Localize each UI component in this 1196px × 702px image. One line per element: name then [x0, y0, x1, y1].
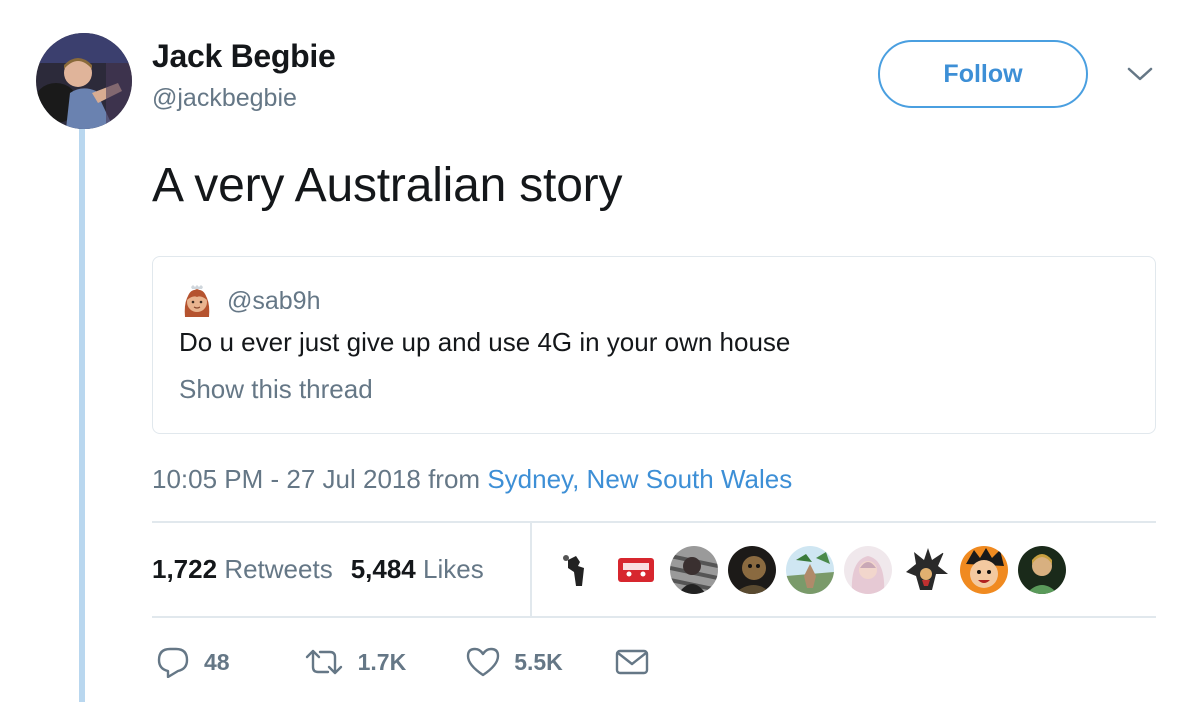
- quoted-text: Do u ever just give up and use 4G in you…: [179, 327, 791, 357]
- liker-avatar-7[interactable]: [902, 546, 950, 594]
- retweet-button[interactable]: 1.7K: [304, 647, 407, 677]
- liker-avatar-8[interactable]: [960, 546, 1008, 594]
- follow-button[interactable]: Follow: [878, 40, 1088, 108]
- tweet-metadata: 10:05 PM - 27 Jul 2018 from Sydney, New …: [152, 464, 792, 495]
- liker-avatar-6[interactable]: [844, 546, 892, 594]
- retweets-count: 1,722: [152, 554, 218, 584]
- stats-divider: [530, 522, 532, 616]
- like-count: 5.5K: [514, 648, 563, 675]
- likes-count: 5,484: [350, 554, 416, 584]
- action-bar: 48 1.7K 5.5K: [156, 644, 649, 680]
- liker-avatar-1[interactable]: [554, 546, 602, 594]
- mail-icon: [615, 648, 649, 676]
- quoted-tweet-card[interactable]: @sab9h Do u ever just give up and use 4G…: [152, 256, 1156, 434]
- location-link[interactable]: Sydney, New South Wales: [487, 464, 792, 494]
- heart-icon: [466, 647, 500, 677]
- tweet-text: A very Australian story: [152, 159, 623, 212]
- retweet-count: 1.7K: [357, 648, 407, 675]
- liker-avatar-9[interactable]: [1018, 546, 1066, 594]
- from-label: from: [428, 464, 481, 494]
- direct-message-button[interactable]: [615, 648, 649, 676]
- retweets-stat[interactable]: 1,722 Retweets: [152, 554, 333, 584]
- liker-avatars: [554, 546, 1066, 594]
- show-thread-link[interactable]: Show this thread: [179, 374, 373, 405]
- woman-emoji-icon: [179, 283, 215, 319]
- liker-avatar-2[interactable]: [612, 546, 660, 594]
- chevron-down-icon[interactable]: [1124, 62, 1156, 86]
- reply-button[interactable]: 48: [156, 646, 230, 678]
- divider: [152, 521, 1156, 523]
- divider: [152, 616, 1156, 618]
- author-handle[interactable]: @jackbegbie: [152, 84, 297, 113]
- thread-line: [79, 128, 85, 702]
- liker-avatar-4[interactable]: [728, 546, 776, 594]
- quoted-handle: @sab9h: [227, 287, 321, 315]
- author-name[interactable]: Jack Begbie: [152, 38, 336, 75]
- likes-stat[interactable]: 5,484 Likes: [351, 554, 484, 584]
- reply-icon: [156, 646, 190, 678]
- liker-avatar-5[interactable]: [786, 546, 834, 594]
- retweets-label: Retweets: [224, 554, 333, 584]
- likes-label: Likes: [423, 554, 484, 584]
- timestamp[interactable]: 10:05 PM - 27 Jul 2018: [152, 464, 421, 494]
- like-button[interactable]: 5.5K: [466, 647, 563, 677]
- liker-avatar-3[interactable]: [670, 546, 718, 594]
- reply-count: 48: [204, 648, 230, 675]
- tweet-stats: 1,722 Retweets 5,484 Likes: [152, 554, 484, 585]
- retweet-icon: [304, 647, 344, 677]
- author-avatar[interactable]: [36, 33, 132, 129]
